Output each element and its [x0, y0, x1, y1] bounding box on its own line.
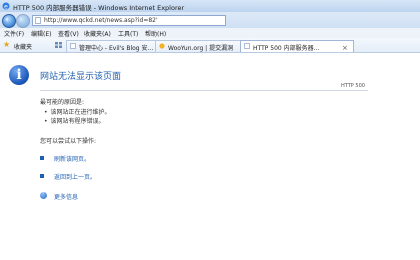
- window-title: HTTP 500 内部服务器错误 - Windows Internet Expl…: [13, 4, 185, 12]
- tab-wooyun[interactable]: WooYun.org | 提交漏洞: [155, 40, 241, 52]
- reason-item: 该网站有程序错误。: [44, 116, 105, 125]
- tab-label: WooYun.org | 提交漏洞: [168, 45, 234, 52]
- tab-label: HTTP 500 内部服务器...: [253, 45, 320, 52]
- status-code: HTTP 500: [341, 83, 365, 89]
- tab-http-500[interactable]: HTTP 500 内部服务器... ×: [240, 40, 354, 52]
- back-button[interactable]: ‹: [2, 14, 16, 28]
- page-icon: [35, 17, 41, 24]
- page-icon: [244, 43, 250, 49]
- menu-help[interactable]: 帮助(H): [145, 29, 166, 38]
- menu-file[interactable]: 文件(F): [4, 29, 24, 38]
- url-field[interactable]: http://www.qckd.net/news.asp?id=82': [32, 15, 226, 26]
- forward-button[interactable]: ›: [16, 14, 30, 28]
- address-bar: ‹ › http://www.qckd.net/news.asp?id=82': [0, 12, 420, 29]
- svg-text:e: e: [4, 3, 8, 10]
- page-icon: [70, 43, 76, 49]
- quick-tabs-icon[interactable]: [55, 42, 62, 48]
- back-arrow-icon: ‹: [5, 15, 9, 25]
- chevron-down-icon: ˅: [40, 192, 47, 199]
- ie-icon: e: [2, 2, 10, 10]
- favorites-button[interactable]: 收藏夹: [14, 42, 32, 51]
- refresh-link-label: 刷新该网页。: [54, 156, 91, 163]
- menu-favorites[interactable]: 收藏夹(A): [84, 29, 111, 38]
- divider: [40, 90, 368, 91]
- reason-item: 该网站正在进行维护。: [44, 107, 111, 116]
- reasons-heading: 最可能的原因是:: [40, 99, 85, 106]
- actions-heading: 您可以尝试以下操作:: [40, 138, 97, 145]
- wooyun-icon: [159, 43, 165, 49]
- tab-admin-center[interactable]: 管理中心 - Evil's Blog 安...: [66, 40, 156, 52]
- favorites-bar: ★ 收藏夹 管理中心 - Evil's Blog 安... WooYun.org…: [0, 38, 420, 53]
- menu-edit[interactable]: 编辑(E): [31, 29, 51, 38]
- bullet-icon: [40, 156, 44, 160]
- info-icon: i: [9, 65, 29, 85]
- favorites-star-icon[interactable]: ★: [3, 41, 10, 49]
- more-info-label: 更多信息: [54, 194, 79, 201]
- page-title: 网站无法显示该页面: [40, 72, 122, 82]
- bullet-icon: [40, 174, 44, 178]
- close-icon[interactable]: ×: [342, 45, 348, 52]
- page-content: i 网站无法显示该页面 HTTP 500 最可能的原因是: 该网站正在进行维护。…: [0, 53, 420, 260]
- url-text: http://www.qckd.net/news.asp?id=82': [44, 17, 158, 24]
- forward-arrow-icon: ›: [19, 15, 23, 25]
- menu-view[interactable]: 查看(V): [58, 29, 79, 38]
- tab-label: 管理中心 - Evil's Blog 安...: [79, 45, 154, 52]
- menu-tools[interactable]: 工具(T): [118, 29, 138, 38]
- go-back-link-label: 返回到上一页。: [54, 174, 97, 181]
